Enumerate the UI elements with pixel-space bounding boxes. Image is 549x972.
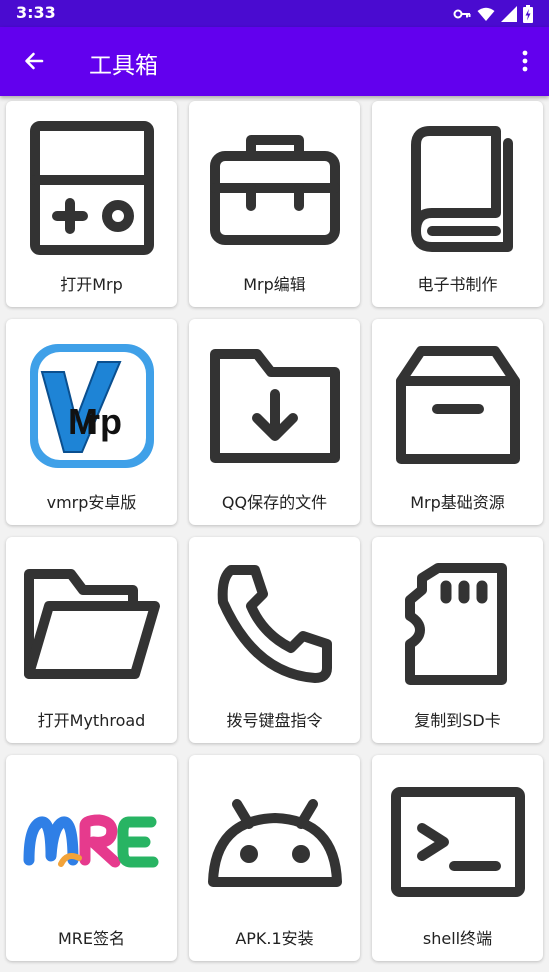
- tool-card-copy-to-sd[interactable]: 复制到SD卡: [372, 537, 543, 743]
- back-button[interactable]: [14, 41, 54, 81]
- tool-card-mrp-resources[interactable]: Mrp基础资源: [372, 319, 543, 525]
- mre-logo-icon: [6, 767, 177, 917]
- svg-text:M: M: [68, 401, 98, 442]
- arrow-back-icon: [22, 49, 46, 73]
- tool-label: APK.1安装: [235, 929, 314, 948]
- phone-icon: [189, 549, 360, 699]
- folder-download-icon: [189, 331, 360, 481]
- tool-label: Mrp基础资源: [410, 493, 505, 512]
- tool-card-vmrp-android[interactable]: rp M vmrp安卓版: [6, 319, 177, 525]
- more-options-button[interactable]: [511, 41, 539, 81]
- tool-label: QQ保存的文件: [221, 493, 328, 512]
- tool-label: shell终端: [422, 929, 493, 948]
- status-bar: 3:33: [0, 0, 549, 27]
- folder-open-icon: [6, 549, 177, 699]
- tool-label: 打开Mrp: [60, 275, 123, 294]
- toolbox-icon: [189, 113, 360, 263]
- wifi-icon: [477, 6, 495, 22]
- signal-icon: [501, 6, 517, 22]
- sd-card-icon: [372, 549, 543, 699]
- status-time: 3:33: [16, 3, 56, 22]
- book-icon: [372, 113, 543, 263]
- tool-card-apk-install[interactable]: APK.1安装: [189, 755, 360, 961]
- tool-label: 电子书制作: [417, 275, 498, 294]
- status-icons: [453, 5, 533, 23]
- tool-card-mrp-edit[interactable]: Mrp编辑: [189, 101, 360, 307]
- terminal-icon: [372, 767, 543, 917]
- tool-card-mre-sign[interactable]: MRE签名: [6, 755, 177, 961]
- tool-label: MRE签名: [57, 929, 126, 948]
- tool-label: Mrp编辑: [243, 275, 306, 294]
- vmrp-logo-icon: rp M: [6, 331, 177, 481]
- tool-label: 打开Mythroad: [37, 711, 146, 730]
- tool-card-shell-terminal[interactable]: shell终端: [372, 755, 543, 961]
- battery-charging-icon: [523, 5, 533, 23]
- tool-label: 复制到SD卡: [414, 711, 501, 730]
- key-icon: [453, 8, 471, 20]
- tool-grid: 打开Mrp Mrp编辑 电子书制作 rp M vmrp安卓版 QQ保存的文件 M…: [0, 96, 549, 961]
- tool-card-ebook-make[interactable]: 电子书制作: [372, 101, 543, 307]
- tool-label: vmrp安卓版: [46, 493, 137, 512]
- tool-card-qq-files[interactable]: QQ保存的文件: [189, 319, 360, 525]
- more-vertical-icon: [522, 50, 528, 72]
- page-title: 工具箱: [89, 53, 158, 79]
- android-icon: [189, 767, 360, 917]
- gamepad-icon: [6, 113, 177, 263]
- tool-card-open-mrp[interactable]: 打开Mrp: [6, 101, 177, 307]
- tool-label: 拨号键盘指令: [226, 711, 323, 730]
- app-bar: 工具箱: [0, 27, 549, 96]
- tool-card-open-mythroad[interactable]: 打开Mythroad: [6, 537, 177, 743]
- archive-box-icon: [372, 331, 543, 481]
- tool-card-dialpad-commands[interactable]: 拨号键盘指令: [189, 537, 360, 743]
